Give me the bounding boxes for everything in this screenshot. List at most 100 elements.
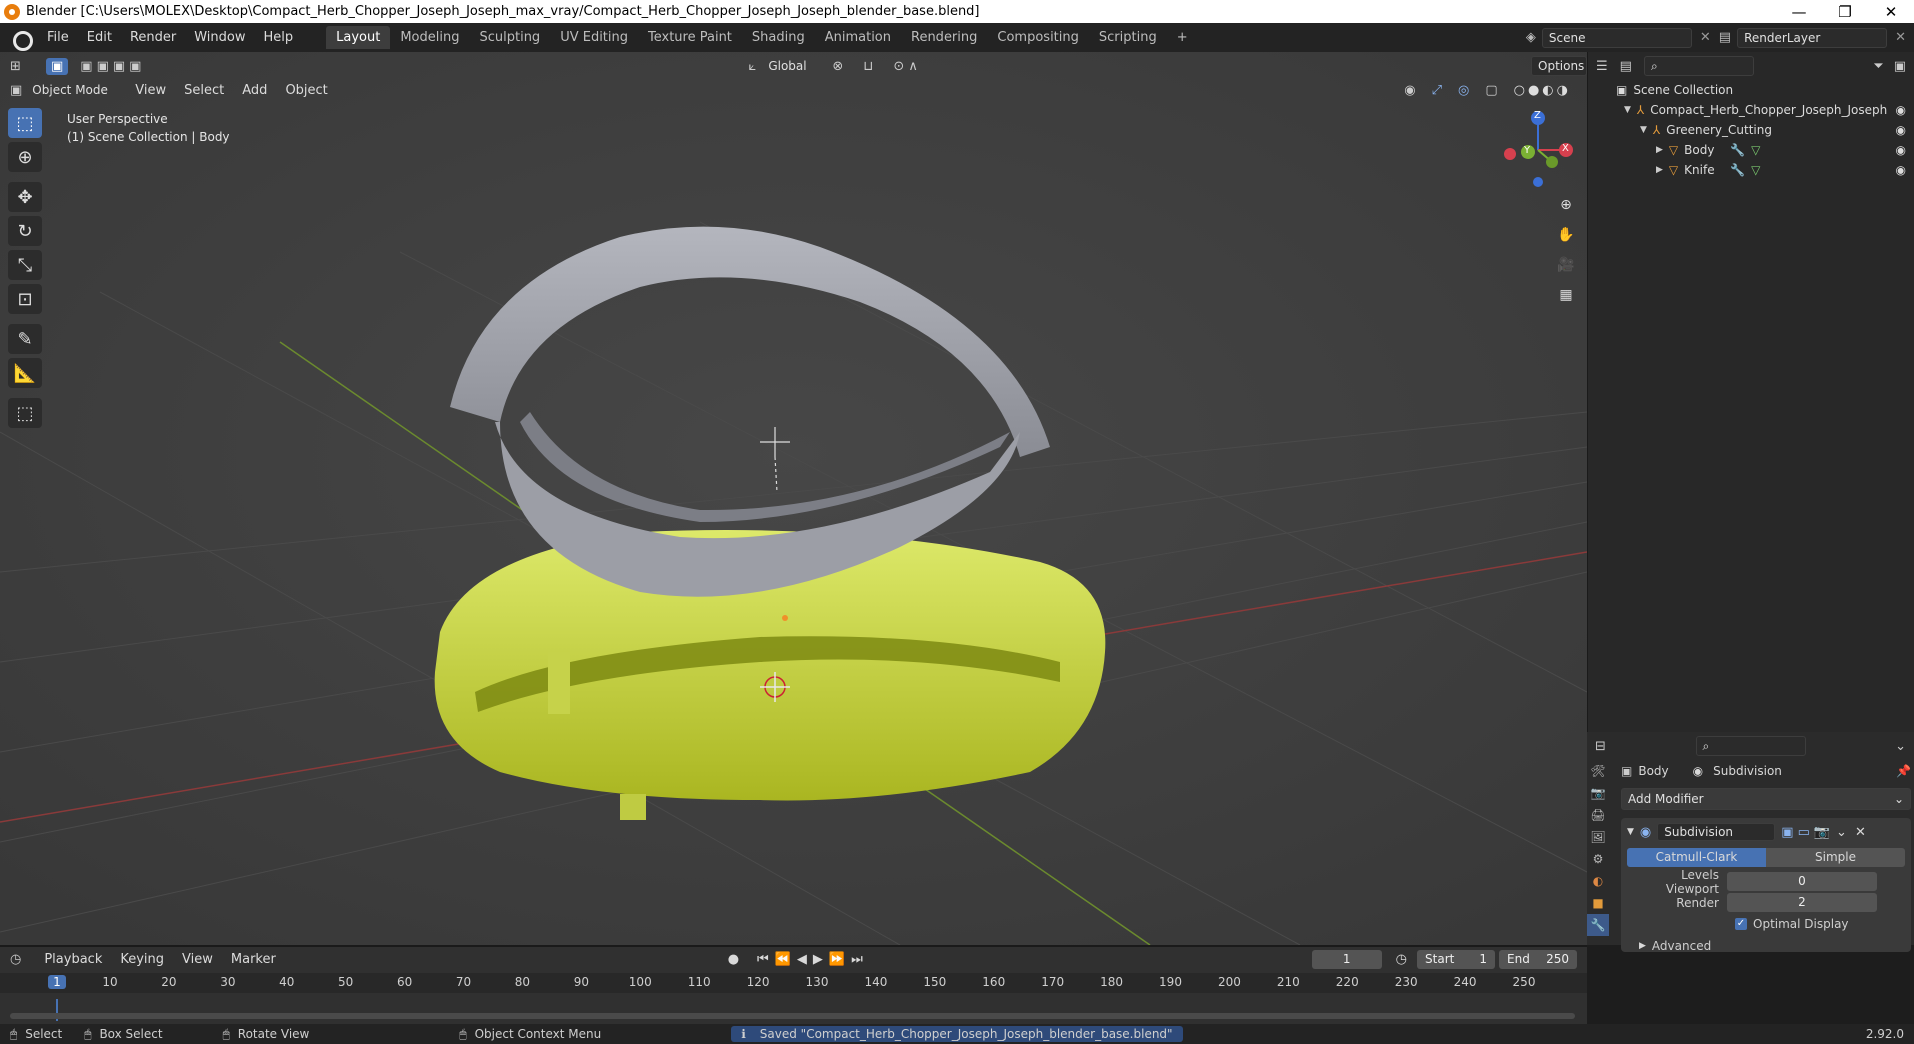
view-layer-tab-icon[interactable]: 🖼	[1587, 826, 1609, 848]
expand-arrow-icon[interactable]: ▶	[1639, 941, 1646, 951]
remove-modifier-icon[interactable]: ✕	[1855, 825, 1866, 840]
collapse-arrow-icon[interactable]: ▼	[1627, 827, 1634, 837]
viewport-menu-select[interactable]: Select	[175, 83, 233, 98]
scene-selector[interactable]: Scene	[1541, 27, 1692, 48]
select-box-tool-icon[interactable]: ⬚	[8, 108, 42, 138]
catmull-clark-button[interactable]: Catmull-Clark	[1627, 848, 1766, 867]
cursor-tool-icon[interactable]: ⊕	[8, 142, 42, 172]
outliner-item[interactable]: ▼ ⅄ Compact_Herb_Chopper_Joseph_Joseph ◉	[1588, 100, 1914, 120]
properties-search-icon[interactable]: ⌕	[1695, 736, 1806, 756]
gizmo-toggle-icon[interactable]: ⤢	[1432, 83, 1442, 98]
editor-type-icon[interactable]: ⊞	[10, 59, 36, 74]
add-workspace-button[interactable]: +	[1167, 26, 1198, 49]
menu-window[interactable]: Window	[185, 30, 254, 45]
expand-arrow-icon[interactable]: ▼	[1640, 125, 1647, 135]
options-dropdown[interactable]: Options	[1531, 56, 1587, 76]
measure-tool-icon[interactable]: 📐	[8, 358, 42, 388]
timeline-menu-view[interactable]: View	[173, 952, 222, 967]
menu-render[interactable]: Render	[121, 30, 185, 45]
select-mode-icon[interactable]: ▣	[46, 57, 69, 75]
scene-close-icon[interactable]: ✕	[1700, 30, 1711, 45]
transform-tool-icon[interactable]: ⊡	[8, 284, 42, 314]
frame-ruler[interactable]: 1 10 20 30 40 50 60 70 80 90 100 110 120 130 140 150 160…	[0, 973, 1587, 993]
pivot-icon[interactable]: ⊗	[832, 59, 843, 74]
render-layer-close-icon[interactable]: ✕	[1895, 30, 1906, 45]
advanced-subpanel[interactable]: ▶ Advanced	[1627, 935, 1905, 957]
visibility-icon[interactable]: ◉	[1404, 83, 1415, 98]
world-tab-icon[interactable]: ◐	[1587, 870, 1609, 892]
camera-view-icon[interactable]: 🎥	[1553, 252, 1579, 278]
pin-icon[interactable]: 📌	[1896, 764, 1911, 778]
menu-file[interactable]: File	[38, 30, 78, 45]
tab-modeling[interactable]: Modeling	[390, 26, 469, 49]
display-mode-icon[interactable]: ▤	[1620, 59, 1632, 74]
editmode-toggle-icon[interactable]: ▣	[1781, 825, 1793, 840]
properties-options-icon[interactable]: ⌄	[1895, 739, 1906, 754]
mode-dropdown[interactable]: Object Mode	[26, 80, 126, 100]
tab-sculpting[interactable]: Sculpting	[469, 26, 550, 49]
outliner-root[interactable]: ▣ Scene Collection	[1588, 80, 1914, 100]
modifier-wrench-icon[interactable]: 🔧	[1730, 143, 1745, 157]
optimal-display-checkbox[interactable]: ✓	[1735, 918, 1747, 930]
zoom-icon[interactable]: ⊕	[1553, 192, 1579, 218]
render-toggle-icon[interactable]: 📷	[1814, 825, 1830, 840]
current-frame-field[interactable]: 1	[1311, 949, 1382, 969]
viewport-menu-add[interactable]: Add	[233, 83, 276, 98]
modifier-wrench-icon[interactable]: 🔧	[1730, 163, 1745, 177]
mesh-data-icon[interactable]: ▽	[1751, 143, 1760, 157]
blender-menu-icon[interactable]	[10, 28, 33, 51]
object-tab-icon[interactable]: ■	[1587, 892, 1609, 914]
collapse-arrow-icon[interactable]: ▶	[1656, 145, 1663, 155]
start-frame-field[interactable]: Start 1	[1417, 949, 1496, 969]
playback-controls-icon[interactable]: ⏮⏪◀▶⏩⏭	[757, 952, 869, 967]
render-levels-field[interactable]: 2	[1727, 893, 1877, 912]
viewport-menu-view[interactable]: View	[126, 83, 175, 98]
outliner-search-icon[interactable]: ⌕	[1643, 56, 1754, 76]
filter-icon[interactable]: ⏷	[1873, 59, 1883, 74]
add-cube-tool-icon[interactable]: ⬚	[8, 398, 42, 428]
outliner-item[interactable]: ▼ ⅄ Greenery_Cutting ◉	[1588, 120, 1914, 140]
render-tab-icon[interactable]: 📷	[1587, 782, 1609, 804]
tab-texture-paint[interactable]: Texture Paint	[638, 26, 742, 49]
tab-animation[interactable]: Animation	[815, 26, 901, 49]
3d-viewport[interactable]: ⊞ ▣ ▣▣▣▣ ⟀ Global ⊗ ⊔ ⊙ ∧ Options ▣ Obje…	[0, 52, 1587, 945]
modifier-name-field[interactable]: Subdivision	[1657, 823, 1776, 841]
annotate-tool-icon[interactable]: ✎	[8, 324, 42, 354]
eye-icon[interactable]: ◉	[1896, 123, 1906, 137]
tab-layout[interactable]: Layout	[326, 26, 391, 49]
new-collection-icon[interactable]: ▣	[1894, 59, 1906, 74]
tab-scripting[interactable]: Scripting	[1089, 26, 1167, 49]
timeline-menu-playback[interactable]: Playback	[35, 952, 111, 967]
viewport-toggle-icon[interactable]: ▭	[1798, 825, 1810, 840]
render-layer-selector[interactable]: RenderLayer	[1737, 27, 1888, 48]
add-modifier-dropdown[interactable]: Add Modifier ⌄	[1621, 788, 1911, 810]
modifier-menu-icon[interactable]: ⌄	[1836, 825, 1847, 840]
outliner-editor-icon[interactable]: ☰	[1596, 59, 1608, 74]
record-icon[interactable]: ●	[728, 952, 739, 967]
pan-hand-icon[interactable]: ✋	[1553, 222, 1579, 248]
selection-modes-icon[interactable]: ▣▣▣▣	[80, 59, 145, 74]
ortho-grid-icon[interactable]: ▦	[1553, 282, 1579, 308]
orientation-dropdown[interactable]: Global	[762, 56, 822, 76]
eye-icon[interactable]: ◉	[1896, 163, 1906, 177]
tab-rendering[interactable]: Rendering	[901, 26, 987, 49]
move-tool-icon[interactable]: ✥	[8, 182, 42, 212]
levels-viewport-field[interactable]: 0	[1727, 872, 1877, 891]
expand-arrow-icon[interactable]: ▼	[1624, 105, 1631, 115]
eye-icon[interactable]: ◉	[1896, 103, 1906, 117]
viewport-menu-object[interactable]: Object	[276, 83, 336, 98]
outliner-item[interactable]: ▶ ▽ Knife 🔧 ▽ ◉	[1588, 160, 1914, 180]
shading-modes-icon[interactable]: ○●◐◑	[1514, 83, 1571, 98]
navigation-gizmo[interactable]: Z X Y	[1500, 108, 1580, 188]
timeline-menu-keying[interactable]: Keying	[111, 952, 173, 967]
proportional-edit-icon[interactable]: ⊙ ∧	[893, 59, 918, 74]
output-tab-icon[interactable]: 🖨	[1587, 804, 1609, 826]
outliner-item[interactable]: ▶ ▽ Body 🔧 ▽ ◉	[1588, 140, 1914, 160]
tab-shading[interactable]: Shading	[742, 26, 815, 49]
tab-compositing[interactable]: Compositing	[987, 26, 1089, 49]
tool-tab-icon[interactable]: 🛠	[1587, 760, 1609, 782]
simple-button[interactable]: Simple	[1766, 848, 1905, 867]
minimize-button[interactable]: —	[1776, 3, 1822, 21]
eye-icon[interactable]: ◉	[1896, 143, 1906, 157]
overlay-toggle-icon[interactable]: ◎	[1458, 83, 1469, 98]
